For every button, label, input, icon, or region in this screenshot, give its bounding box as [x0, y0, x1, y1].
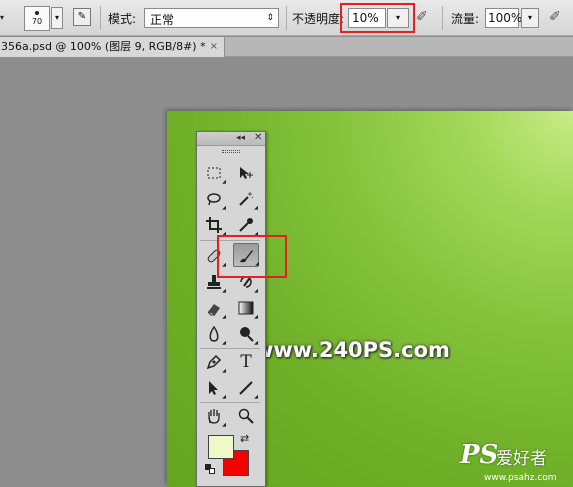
path-selection-icon[interactable]: ◢ [203, 377, 226, 400]
logo-ps-text: PS [460, 440, 499, 470]
tool-preset-picker[interactable]: ▾ [0, 6, 10, 30]
crop-tool-icon[interactable]: ◢ [203, 214, 226, 237]
brush-size-value: 70 [31, 17, 43, 26]
logo-cn-text: 爱好者 [496, 449, 547, 469]
eyedropper-icon[interactable]: ◢ [235, 214, 258, 237]
divider [442, 6, 443, 30]
foreground-color-swatch[interactable] [208, 435, 234, 459]
mode-label: 模式: [108, 12, 137, 26]
default-colors-icon[interactable] [205, 464, 215, 474]
magic-wand-icon[interactable]: ◢ [235, 188, 258, 211]
opacity-dropdown[interactable]: ▾ [387, 8, 409, 28]
opacity-label: 不透明度: [292, 12, 345, 26]
line-tool-icon[interactable]: ◢ [235, 377, 258, 400]
brush-tip-icon [35, 11, 39, 15]
mode-value: 正常 [150, 13, 175, 27]
document-tab-title: 356a.psd @ 100% (图层 9, RGB/8#) * [1, 40, 206, 53]
close-tab-icon[interactable]: × [210, 37, 218, 56]
pressure-opacity-icon[interactable]: ✐ [416, 8, 434, 26]
divider [100, 6, 101, 30]
collapse-icon[interactable]: ◂◂ [236, 133, 245, 143]
flow-dropdown[interactable]: ▾ [521, 8, 539, 28]
lasso-tool-icon[interactable]: ◢ [203, 188, 226, 211]
dodge-tool-icon[interactable]: ◢ [235, 323, 258, 346]
eraser-tool-icon[interactable]: ◢ [203, 297, 226, 320]
tools-divider [200, 402, 260, 403]
hand-tool-icon[interactable]: ◢ [203, 405, 226, 428]
tools-panel-header[interactable]: ◂◂ ✕ [197, 132, 265, 146]
panel-grip[interactable] [222, 150, 240, 153]
brush-preset-picker[interactable]: 70 [24, 6, 50, 31]
brush-preset-dropdown[interactable]: ▾ [51, 7, 63, 29]
document-tab-bar: 356a.psd @ 100% (图层 9, RGB/8#) * × [0, 37, 573, 57]
brush-highlight-box [217, 235, 287, 278]
blur-tool-icon[interactable]: ◢ [203, 323, 226, 346]
zoom-tool-icon[interactable] [235, 405, 257, 427]
pen-tool-icon[interactable]: ◢ [203, 351, 226, 374]
marquee-tool-icon[interactable]: ◢ [203, 162, 226, 185]
flow-input[interactable]: 100% [485, 8, 522, 28]
site-url: www.psahz.com [484, 473, 557, 483]
gradient-tool-icon[interactable]: ◢ [235, 297, 258, 320]
type-tool-icon[interactable]: T [235, 351, 257, 373]
brush-panel-icon[interactable]: ✎ [73, 8, 91, 26]
select-arrows-icon: ⇕ [266, 13, 274, 23]
ps-logo: PS 爱好者 [460, 440, 570, 472]
options-bar: ▾ 70 ▾ ✎ 模式: 正常 ⇕ 不透明度: 10% ▾ ✐ 流量: 100%… [0, 0, 573, 36]
flow-label: 流量: [451, 12, 480, 26]
document-tab[interactable]: 356a.psd @ 100% (图层 9, RGB/8#) * × [0, 37, 225, 57]
move-tool-icon[interactable] [235, 162, 257, 184]
airbrush-icon[interactable]: ✐ [549, 8, 567, 26]
swap-colors-icon[interactable]: ⇄ [240, 432, 249, 445]
close-icon[interactable]: ✕ [254, 132, 262, 143]
opacity-input[interactable]: 10% [348, 8, 386, 28]
watermark-text: www.240PS.com [254, 338, 450, 362]
mode-select[interactable]: 正常 ⇕ [144, 8, 279, 28]
tools-divider [200, 348, 260, 349]
divider [286, 6, 287, 30]
